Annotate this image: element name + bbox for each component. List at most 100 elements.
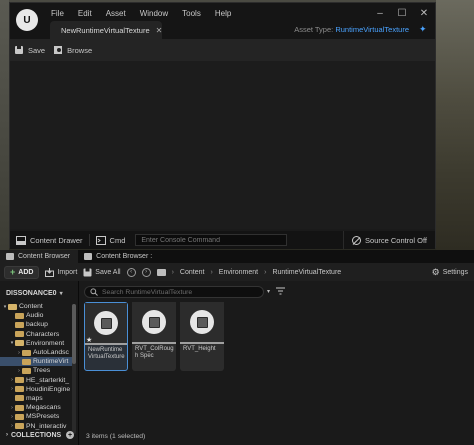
tree-folder-row[interactable]: maps — [0, 394, 72, 403]
cmd-label: Cmd — [109, 235, 126, 245]
breadcrumb-separator: › — [171, 268, 174, 276]
add-label: ADD — [18, 268, 34, 276]
tree-folder-label: HE_starterkit_ — [26, 376, 70, 384]
tree-folder-row[interactable]: Characters — [0, 330, 72, 339]
maximize-icon[interactable]: ☐ — [391, 5, 413, 21]
collections-header[interactable]: › COLLECTIONS + — [0, 429, 79, 441]
source-control-button[interactable]: Source Control Off — [343, 231, 435, 249]
menu-asset[interactable]: Asset — [99, 7, 133, 20]
asset-thumbnail — [132, 302, 176, 342]
dropdown-arrow-icon: ▾ — [267, 288, 271, 295]
save-icon — [15, 46, 23, 54]
tree-folder-row[interactable]: Audio — [0, 311, 72, 320]
source-control-label: Source Control Off — [365, 235, 427, 245]
folder-icon — [15, 404, 24, 411]
breadcrumb-separator: › — [264, 268, 267, 276]
save-button[interactable]: Save — [14, 45, 45, 55]
tree-folder-row[interactable]: › HE_starterkit_ — [0, 376, 72, 385]
content-browser-tabs: Content Browser Content Browser : — [0, 250, 474, 263]
tab-label: Content Browser : — [96, 253, 153, 260]
menu-help[interactable]: Help — [208, 7, 238, 20]
folder-icon — [15, 331, 24, 338]
tree-folder-row[interactable]: ▾ Content — [0, 302, 72, 311]
add-button[interactable]: + ADD — [4, 265, 40, 279]
scrollbar-thumb[interactable] — [72, 304, 76, 364]
breadcrumb-content[interactable]: Content — [180, 269, 205, 276]
menu-window[interactable]: Window — [133, 7, 175, 20]
import-button[interactable]: Import — [45, 267, 78, 277]
save-label: Save — [28, 45, 46, 55]
history-forward-icon[interactable]: › — [141, 267, 151, 277]
content-browser-panel: Content Browser Content Browser : + ADD … — [0, 250, 474, 445]
tree-folder-row[interactable]: RuntimeVirt — [0, 357, 72, 367]
browse-icon — [54, 46, 63, 54]
close-icon[interactable]: ✕ — [156, 26, 163, 35]
breadcrumb-runtime-virtual-texture[interactable]: RuntimeVirtualTexture — [272, 269, 341, 276]
breadcrumb-environment[interactable]: Environment — [219, 269, 258, 276]
tree-scrollbar[interactable] — [72, 304, 76, 434]
tab-content-browser-1[interactable]: Content Browser — [0, 250, 79, 263]
browse-button[interactable]: Browse — [53, 45, 92, 55]
tree-folder-row[interactable]: › Megascans — [0, 403, 72, 412]
menu-file[interactable]: File — [44, 7, 71, 20]
settings-label: Settings — [442, 269, 468, 276]
menu-tools[interactable]: Tools — [175, 7, 208, 20]
content-browser-icon — [84, 253, 93, 260]
close-window-icon[interactable]: ✕ — [413, 5, 435, 21]
folder-icon — [22, 367, 31, 374]
tree-folder-label: Megascans — [26, 404, 61, 412]
content-browser-toolbar: + ADD Import Save All ‹ › › Content › En… — [0, 263, 474, 281]
content-drawer-icon — [16, 235, 26, 245]
virtual-texture-icon — [142, 310, 166, 334]
filter-icon — [276, 287, 286, 295]
tree-folder-label: MSPresets — [26, 413, 60, 421]
tab-label: Content Browser — [18, 253, 71, 260]
tab-content-browser-2[interactable]: Content Browser : — [78, 250, 160, 263]
viewport-background-right — [436, 0, 474, 250]
folder-nav-icon[interactable] — [156, 268, 166, 276]
tab-asset-document[interactable]: NewRuntimeVirtualTexture ✕ — [50, 21, 162, 39]
asset-search-box[interactable] — [84, 286, 264, 298]
console-command-input[interactable] — [135, 234, 288, 246]
breadcrumb-separator: › — [210, 268, 213, 276]
minimize-icon[interactable]: – — [369, 5, 391, 21]
tree-folder-row[interactable]: ▾ Environment — [0, 339, 72, 348]
asset-type-link[interactable]: RuntimeVirtualTexture — [335, 25, 409, 34]
search-input[interactable] — [102, 288, 252, 296]
plus-icon: + — [10, 267, 16, 277]
tree-header[interactable]: DISSONANCE0 ▾ — [0, 287, 79, 299]
folder-tree: ▾ Content Audio backup Characters ▾ Environmen… — [0, 302, 72, 431]
tree-folder-label: Audio — [26, 312, 44, 320]
asset-tile[interactable]: RVT_Height — [180, 302, 224, 371]
content-drawer-button[interactable]: Content Drawer — [10, 231, 89, 249]
cmd-button[interactable]: Cmd — [90, 231, 132, 249]
save-all-button[interactable]: Save All — [83, 268, 121, 277]
tree-folder-row[interactable]: › MSPresets — [0, 412, 72, 421]
tree-folder-row[interactable]: › AutoLandsc — [0, 348, 72, 357]
import-label: Import — [57, 268, 78, 276]
settings-button[interactable]: ⚙ Settings — [432, 267, 468, 278]
title-bar[interactable]: U File Edit Asset Window Tools Help – ☐ … — [10, 3, 435, 39]
asset-thumbnail — [180, 302, 224, 342]
asset-type-label: Asset Type: — [294, 25, 334, 34]
folder-tree-panel: DISSONANCE0 ▾ ▾ Content Audio backup Charact… — [0, 281, 79, 445]
tree-folder-row[interactable]: backup — [0, 320, 72, 329]
menu-edit[interactable]: Edit — [71, 7, 99, 20]
viewport-background-left — [0, 0, 9, 250]
asset-tile[interactable]: RVT_ColRough Spec — [132, 302, 176, 371]
folder-icon — [22, 349, 31, 356]
virtual-texture-icon — [190, 310, 214, 334]
tree-folder-label: backup — [26, 321, 48, 329]
folder-icon — [22, 358, 31, 365]
pin-icon[interactable]: ✦ — [419, 24, 429, 34]
folder-icon — [15, 377, 24, 384]
filter-button[interactable]: ▾ — [267, 287, 286, 295]
collections-label: COLLECTIONS — [11, 431, 62, 439]
chevron-down-icon: ▾ — [59, 290, 63, 297]
tree-folder-label: maps — [26, 394, 43, 402]
asset-tile[interactable]: ★ NewRuntime VirtualTexture — [84, 302, 128, 371]
tree-folder-row[interactable]: › HoudiniEngine — [0, 385, 72, 394]
add-collection-icon[interactable]: + — [66, 431, 74, 439]
tree-folder-row[interactable]: › Trees — [0, 366, 72, 375]
history-back-icon[interactable]: ‹ — [126, 267, 136, 277]
